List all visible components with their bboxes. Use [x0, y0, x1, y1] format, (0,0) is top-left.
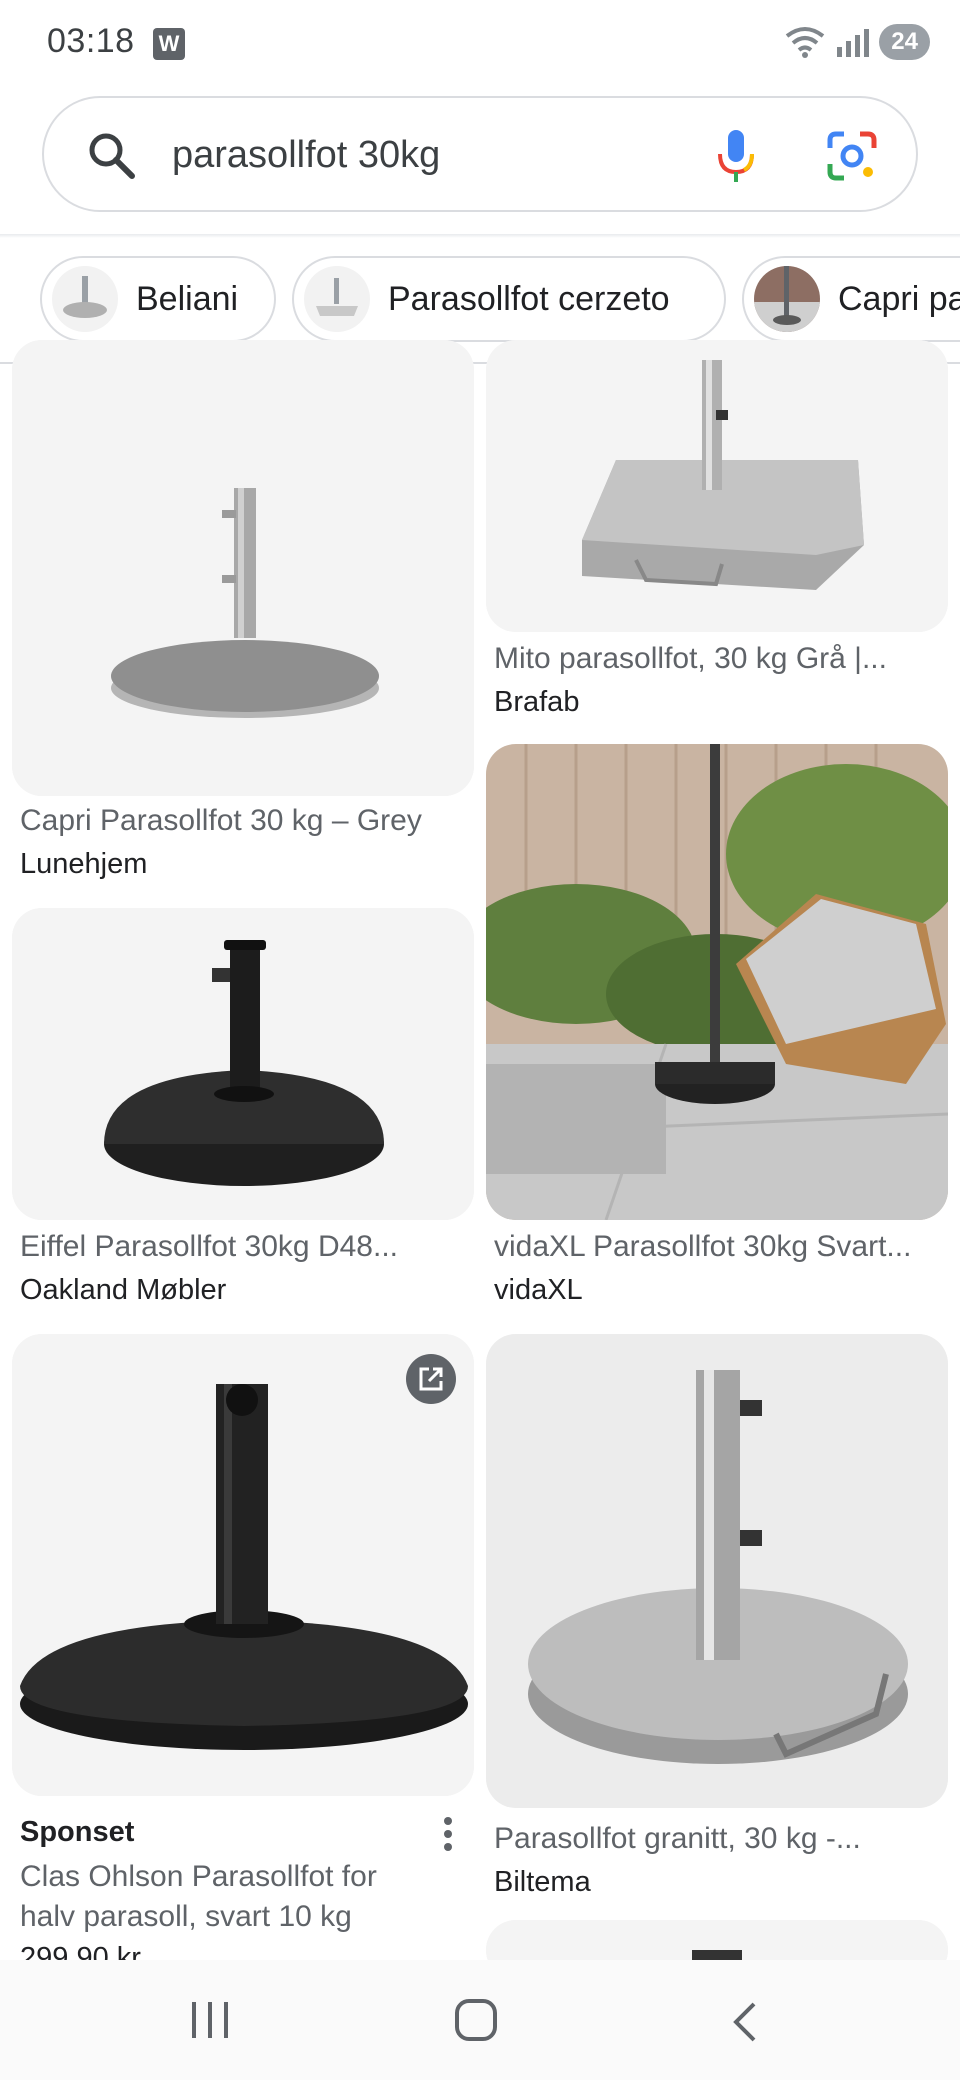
umbrella-base-image — [12, 908, 474, 1220]
result-title[interactable]: Mito parasollfot, 30 kg Grå |... — [494, 642, 887, 676]
result-title[interactable]: Eiffel Parasollfot 30kg D48... — [20, 1230, 398, 1264]
result-image-mito[interactable] — [486, 340, 948, 632]
result-image-biltema[interactable] — [486, 1334, 948, 1808]
mic-icon[interactable] — [708, 126, 764, 186]
chip-thumbnail — [304, 266, 370, 332]
umbrella-base-image — [12, 340, 474, 796]
chip-capri[interactable]: Capri pa — [742, 256, 960, 342]
lens-icon[interactable] — [824, 128, 880, 184]
status-time: 03:18 — [47, 22, 135, 60]
result-image-clas-ohlson[interactable] — [12, 1334, 474, 1796]
wifi-icon — [786, 27, 825, 58]
umbrella-base-image — [486, 1334, 948, 1808]
navigation-bar — [0, 1960, 960, 2080]
search-input[interactable]: parasollfot 30kg — [172, 134, 440, 177]
umbrella-base-image — [486, 340, 948, 632]
result-source[interactable]: Brafab — [494, 686, 579, 719]
more-vert-icon[interactable] — [440, 1816, 456, 1852]
result-title[interactable]: vidaXL Parasollfot 30kg Svart... — [494, 1230, 911, 1264]
chip-beliani[interactable]: Beliani — [40, 256, 276, 342]
chip-parasollfot-cerzeto[interactable]: Parasollfot cerzeto — [292, 256, 726, 342]
chip-label: Beliani — [136, 279, 239, 318]
status-icons: 24 — [785, 24, 930, 60]
chip-label: Capri pa — [838, 279, 960, 318]
result-title-line2[interactable]: halv parasoll, svart 10 kg — [20, 1900, 352, 1934]
filter-chips: Beliani Parasollfot cerzeto Capri pa — [0, 252, 960, 346]
result-title-line1[interactable]: Clas Ohlson Parasollfot for — [20, 1860, 377, 1894]
search-icon[interactable] — [86, 130, 136, 180]
result-image-eiffel[interactable] — [12, 908, 474, 1220]
home-icon[interactable] — [454, 1998, 498, 2042]
open-in-new-icon[interactable] — [406, 1354, 456, 1404]
result-image-capri[interactable] — [12, 340, 474, 796]
umbrella-base-image — [12, 1334, 474, 1796]
chip-label: Parasollfot cerzeto — [388, 279, 670, 318]
sponsored-label: Sponset — [20, 1816, 135, 1848]
back-icon[interactable] — [730, 2000, 760, 2044]
result-title[interactable]: Capri Parasollfot 30 kg – Grey — [20, 804, 422, 838]
header-divider — [0, 234, 960, 238]
status-bar: 03:18 W 24 — [0, 0, 960, 90]
patio-photo-image — [486, 744, 948, 1220]
chip-thumbnail — [52, 266, 118, 332]
search-bar[interactable]: parasollfot 30kg — [42, 96, 918, 212]
result-image-vidaxl[interactable] — [486, 744, 948, 1220]
battery-icon: 24 — [879, 24, 930, 60]
app-notification-icon: W — [153, 28, 185, 60]
chip-thumbnail — [754, 266, 820, 332]
result-source[interactable]: Lunehjem — [20, 848, 147, 881]
result-title[interactable]: Parasollfot granitt, 30 kg -... — [494, 1822, 861, 1856]
result-source[interactable]: Oakland Møbler — [20, 1274, 226, 1307]
result-source[interactable]: Biltema — [494, 1866, 591, 1899]
recents-icon[interactable] — [188, 2000, 232, 2040]
signal-icon — [837, 29, 870, 57]
result-source[interactable]: vidaXL — [494, 1274, 583, 1307]
